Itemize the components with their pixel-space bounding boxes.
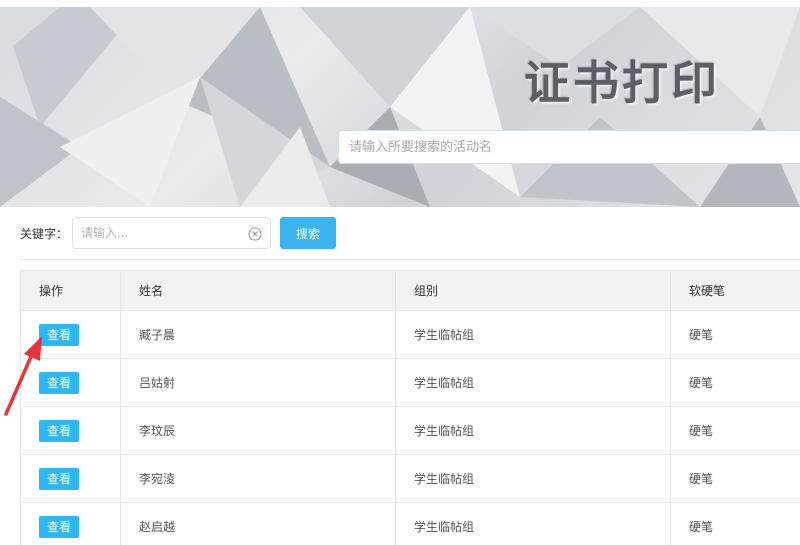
action-cell: 查看 — [20, 454, 121, 503]
view-button[interactable]: 查看 — [39, 467, 79, 490]
table-row: 查看 臧子晨 学生临帖组 硬笔 — [20, 310, 800, 359]
group-cell: 学生临帖组 — [395, 358, 671, 407]
view-button[interactable]: 查看 — [39, 371, 79, 394]
page-title: 证书打印 — [524, 56, 720, 110]
name-cell: 李玟辰 — [120, 406, 396, 455]
view-button[interactable]: 查看 — [39, 515, 79, 538]
table-row: 查看 李玟辰 学生临帖组 硬笔 — [20, 406, 800, 455]
search-button[interactable]: 搜索 — [280, 217, 337, 249]
pen-type-cell: 硬笔 — [670, 358, 800, 407]
table-row: 查看 吕姑射 学生临帖组 硬笔 — [20, 358, 800, 407]
name-cell: 李宛淩 — [120, 454, 396, 503]
group-cell: 学生临帖组 — [395, 454, 671, 503]
action-cell: 查看 — [20, 406, 121, 455]
table-header-row: 操作 姓名 组别 软硬笔 — [20, 270, 800, 311]
column-header-action: 操作 — [20, 270, 121, 311]
column-header-pen-type: 软硬笔 — [670, 270, 800, 311]
action-cell: 查看 — [20, 310, 121, 359]
table-row: 查看 李宛淩 学生临帖组 硬笔 — [20, 454, 800, 503]
group-cell: 学生临帖组 — [395, 502, 671, 545]
column-header-name: 姓名 — [120, 270, 396, 311]
divider — [20, 259, 800, 260]
keyword-field — [72, 217, 272, 249]
table-row: 查看 赵启越 学生临帖组 硬笔 — [20, 502, 800, 545]
keyword-label: 关键字： — [20, 226, 69, 241]
pen-type-cell: 硬笔 — [670, 502, 800, 545]
name-cell: 臧子晨 — [120, 310, 396, 359]
pen-type-cell: 硬笔 — [670, 406, 800, 455]
pen-type-cell: 硬笔 — [670, 310, 800, 359]
group-cell: 学生临帖组 — [395, 406, 671, 455]
circle-x-icon[interactable] — [248, 226, 262, 241]
group-cell: 学生临帖组 — [395, 310, 671, 359]
name-cell: 赵启越 — [120, 502, 396, 545]
filter-bar: 关键字： 搜索 — [20, 217, 337, 249]
page: 证书打印 关键字： 搜索 操作 — [0, 0, 800, 545]
keyword-input[interactable] — [73, 218, 260, 248]
certificate-table: 操作 姓名 组别 软硬笔 查看 臧子晨 学生临帖组 硬笔 查看 吕姑射 学生临帖… — [20, 270, 800, 545]
banner: 证书打印 — [0, 7, 800, 207]
view-button[interactable]: 查看 — [39, 419, 79, 442]
activity-search-input[interactable] — [338, 130, 800, 164]
pen-type-cell: 硬笔 — [670, 454, 800, 503]
action-cell: 查看 — [20, 502, 121, 545]
column-header-group: 组别 — [395, 270, 671, 311]
action-cell: 查看 — [20, 358, 121, 407]
name-cell: 吕姑射 — [120, 358, 396, 407]
view-button[interactable]: 查看 — [39, 323, 79, 346]
